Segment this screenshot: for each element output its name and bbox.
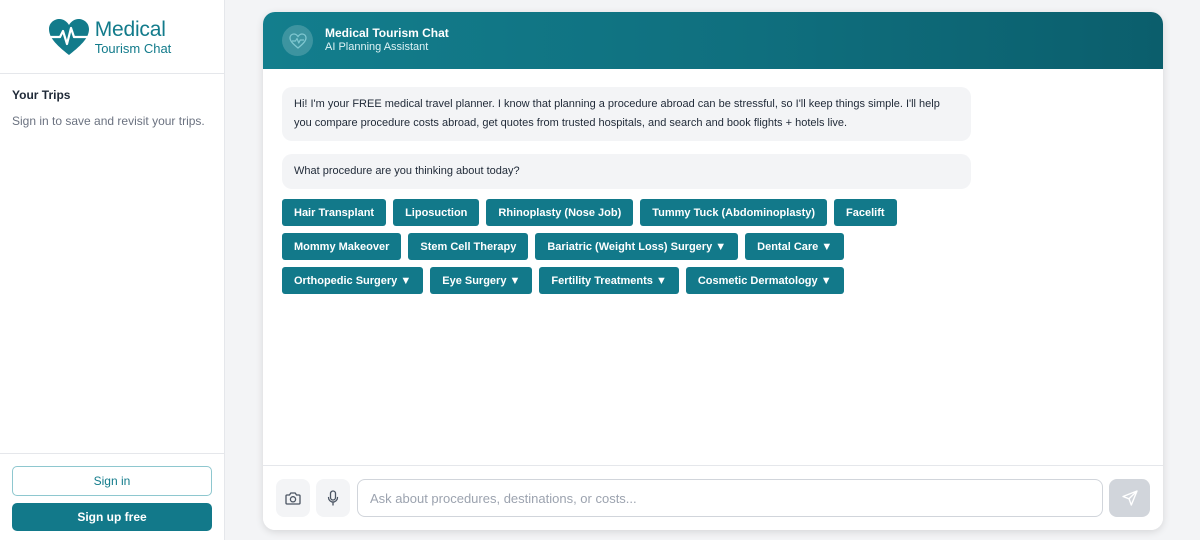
brand-tagline: Tourism Chat: [94, 40, 172, 56]
chat-panel: Medical Tourism Chat AI Planning Assista…: [263, 12, 1163, 530]
trips-section: Your Trips Sign in to save and revisit y…: [0, 74, 224, 128]
send-button[interactable]: [1109, 479, 1150, 517]
sign-up-button[interactable]: Sign up free: [12, 503, 212, 531]
assistant-message: Hi! I'm your FREE medical travel planner…: [282, 87, 971, 141]
heart-pulse-logo-icon: [48, 18, 89, 55]
chat-input[interactable]: [357, 479, 1103, 517]
trips-subtitle: Sign in to save and revisit your trips.: [12, 114, 205, 128]
camera-button[interactable]: [276, 479, 310, 517]
chip-hair-transplant[interactable]: Hair Transplant: [282, 199, 387, 226]
sign-in-button[interactable]: Sign in: [12, 466, 212, 496]
chip-orthopedic-surgery-dropdown[interactable]: Orthopedic Surgery ▼: [282, 267, 424, 294]
chip-fertility-treatments-dropdown[interactable]: Fertility Treatments ▼: [539, 267, 679, 294]
chip-cosmetic-dermatology-dropdown[interactable]: Cosmetic Dermatology ▼: [685, 267, 844, 294]
chip-rhinoplasty[interactable]: Rhinoplasty (Nose Job): [486, 199, 634, 226]
brand-name: Medical: [94, 17, 166, 41]
microphone-icon: [327, 490, 339, 506]
assistant-message: What procedure are you thinking about to…: [282, 154, 971, 189]
message-list: Hi! I'm your FREE medical travel planner…: [263, 69, 1163, 294]
chat-input-bar: [263, 465, 1163, 530]
sidebar-footer: Sign in Sign up free: [0, 453, 224, 540]
chip-liposuction[interactable]: Liposuction: [393, 199, 480, 226]
logo[interactable]: Medical Tourism Chat: [0, 0, 224, 74]
send-icon: [1121, 490, 1138, 506]
chip-dental-care-dropdown[interactable]: Dental Care ▼: [745, 233, 845, 260]
microphone-button[interactable]: [316, 479, 350, 517]
chat-header: Medical Tourism Chat AI Planning Assista…: [263, 12, 1163, 69]
trips-title: Your Trips: [12, 88, 71, 102]
sidebar: Medical Tourism Chat Your Trips Sign in …: [0, 0, 225, 540]
heart-pulse-icon: [282, 25, 313, 56]
chip-stem-cell-therapy[interactable]: Stem Cell Therapy: [408, 233, 529, 260]
chip-facelift[interactable]: Facelift: [834, 199, 897, 226]
chip-mommy-makeover[interactable]: Mommy Makeover: [282, 233, 402, 260]
chip-eye-surgery-dropdown[interactable]: Eye Surgery ▼: [430, 267, 533, 294]
camera-icon: [285, 492, 301, 505]
chip-bariatric-surgery-dropdown[interactable]: Bariatric (Weight Loss) Surgery ▼: [535, 233, 739, 260]
chat-title: Medical Tourism Chat: [325, 26, 449, 41]
chat-subtitle: AI Planning Assistant: [325, 41, 429, 54]
chip-tummy-tuck[interactable]: Tummy Tuck (Abdominoplasty): [640, 199, 828, 226]
procedure-chips: Hair Transplant Liposuction Rhinoplasty …: [282, 199, 922, 294]
